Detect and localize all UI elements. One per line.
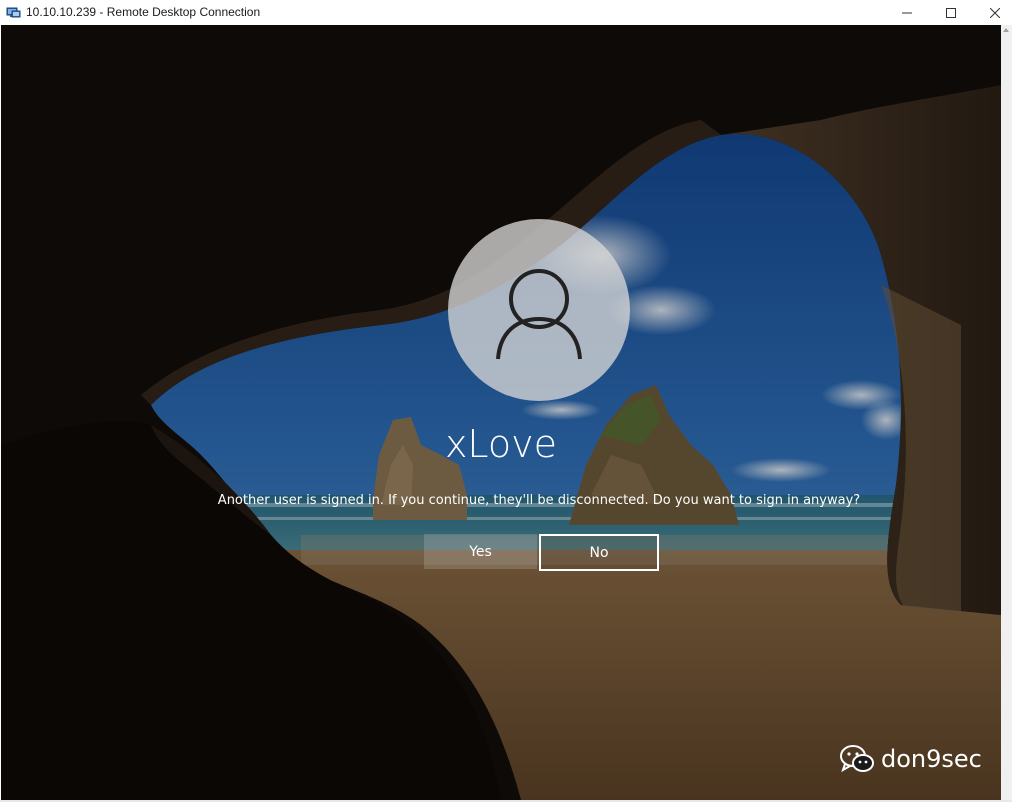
- title-bar: 10.10.10.239 - Remote Desktop Connection: [0, 0, 1012, 25]
- remote-desktop-icon[interactable]: [6, 5, 21, 20]
- maximize-icon: [946, 7, 956, 18]
- remote-desktop-window: 10.10.10.239 - Remote Desktop Connection: [0, 0, 1012, 802]
- user-icon: [496, 269, 582, 360]
- window-title: 10.10.10.239 - Remote Desktop Connection: [26, 5, 261, 19]
- wechat-icon: [840, 745, 874, 773]
- yes-button[interactable]: Yes: [424, 534, 537, 569]
- watermark-text: don9sec: [881, 745, 982, 773]
- signed-in-warning-message: Another user is signed in. If you contin…: [217, 493, 861, 508]
- username-label: xLove: [444, 422, 558, 466]
- minimize-button[interactable]: [885, 0, 929, 25]
- no-button[interactable]: No: [539, 534, 659, 571]
- minimize-icon: [902, 12, 912, 13]
- close-icon: [990, 7, 1000, 18]
- dim-overlay: [1, 25, 1001, 800]
- user-avatar: [448, 219, 630, 401]
- scroll-up-arrow-icon: [1003, 28, 1009, 32]
- close-button[interactable]: [973, 0, 1012, 25]
- watermark: don9sec: [839, 743, 982, 775]
- right-edge-strip: [1001, 25, 1012, 802]
- maximize-button[interactable]: [929, 0, 973, 25]
- remote-session-screen[interactable]: xLove Another user is signed in. If you …: [1, 25, 1001, 800]
